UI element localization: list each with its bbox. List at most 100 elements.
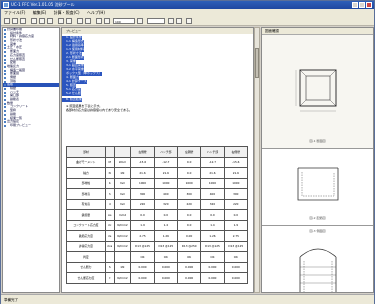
table-cell: -15.6 [130, 156, 155, 168]
table-cell [113, 251, 132, 263]
minimize-button[interactable] [352, 2, 358, 8]
tree-item[interactable]: 印刷プレビュー [3, 123, 59, 128]
table-cell: 2.75 [223, 230, 249, 242]
menu-bar: ファイル(F) 編集(E) 計算・照査(C) ヘルプ(H) [1, 9, 374, 16]
menu-help[interactable]: ヘルプ(H) [87, 10, 105, 15]
table-cell: 0.0 [130, 209, 155, 221]
next-page-icon[interactable] [137, 18, 143, 24]
table-cell: せん断応力度 [66, 272, 106, 284]
table-cell: 0.000 [130, 261, 155, 273]
table-cell: mm [113, 188, 132, 200]
table-header-cell: 左側壁 [130, 146, 155, 158]
table-cell: OK [223, 251, 249, 263]
table-row: せん断応力度 τ N/mm2 0.000 0.000 0.000 0.000 0.000 [66, 272, 249, 284]
table-row: 鉄筋量 As mm2 0.0 0.0 0.0 0.0 0.0 [66, 209, 249, 221]
first-page-icon[interactable] [96, 18, 102, 24]
table-cell: 320 [153, 198, 178, 210]
document-lines: 1. 設計条件 1-1 構造形式 1-2 適用基準 1-3 使用材料 2. 形状寸法 2-… [62, 34, 253, 96]
scrollbar-thumb[interactable] [255, 48, 259, 78]
table-cell: 1.4 [200, 219, 225, 231]
table-cell: 1000 [176, 177, 202, 189]
menu-edit[interactable]: 編集(E) [33, 10, 47, 15]
table-row: 部材幅 b mm 1000 1000 1000 1000 1000 [66, 177, 249, 189]
table-cell: 部材幅 [66, 177, 106, 189]
table-cell: 1000 [200, 177, 225, 189]
table-cell: -15.6 [223, 156, 249, 168]
table-cell: mm2 [113, 209, 132, 221]
figure-panel-3[interactable]: 図-3 側面図 [262, 227, 373, 292]
menu-calc[interactable]: 計算・照査(C) [54, 10, 80, 15]
table-cell: kN.m [113, 156, 132, 168]
table-cell: OK [176, 251, 202, 263]
table-cell: D13 @125 [223, 240, 249, 252]
status-text: 準備完了 [4, 298, 18, 302]
check-icon[interactable] [66, 18, 72, 24]
table-cell: -12.7 [153, 156, 178, 168]
maximize-button[interactable] [359, 2, 365, 8]
table-cell: σs [104, 230, 115, 242]
table-header-cell: ハンチ部 [153, 146, 178, 158]
table-cell: 部材高 [66, 188, 106, 200]
table-cell: N/mm2 [113, 240, 132, 252]
table-cell: 0.000 [153, 272, 178, 284]
table-cell: 軸力 [66, 167, 106, 179]
table-cell: 曲げモーメント [66, 156, 106, 168]
table-cell: 220 [176, 198, 202, 210]
figure-panel-2[interactable]: 図-2 配筋図 [262, 150, 373, 226]
table-cell: S [104, 261, 115, 273]
menu-file[interactable]: ファイル(F) [4, 10, 25, 15]
table-cell: 0.000 [176, 272, 202, 284]
table-cell: kN [113, 167, 132, 179]
table-cell: As [104, 209, 115, 221]
open-folder-icon[interactable] [12, 18, 18, 24]
calc-icon[interactable] [58, 18, 64, 24]
note-line: 6. 照査結果 [62, 97, 82, 102]
table-row: コンクリート応力度 σc N/mm2 1.9 1.4 0.0 1.4 1.9 [66, 219, 249, 231]
table-cell: OK [153, 251, 178, 263]
table-header-cell: 部材 [66, 146, 106, 158]
table-cell: 判定 [66, 251, 106, 263]
zoom-select[interactable]: 100 [113, 18, 135, 24]
table-cell: OK [200, 251, 225, 263]
print-icon[interactable] [77, 18, 83, 24]
table-cell: 320 [200, 198, 225, 210]
figure-panel-1[interactable]: 図-1 断面図 [262, 35, 373, 149]
status-bar: 準備完了 [1, 294, 374, 304]
results-table: 部材 左側壁 ハンチ部 左隔壁 ハンチ部 右側壁 曲げモーメント MkN.m -15.6 -12.… [66, 146, 249, 284]
table-cell: 0.0 [153, 209, 178, 221]
table-cell: b [104, 177, 115, 189]
grid-icon[interactable] [186, 18, 192, 24]
zoom-in-icon[interactable] [168, 18, 174, 24]
table-cell: N/mm2 [113, 219, 132, 231]
table-cell: 21.6 [153, 167, 178, 179]
table-cell: 0.0 [176, 219, 202, 231]
paste-icon[interactable] [47, 18, 53, 24]
new-file-icon[interactable] [4, 18, 10, 24]
table-cell: mm [113, 198, 132, 210]
table-cell: 鉄筋応力度 [66, 230, 106, 242]
table-cell: d [104, 198, 115, 210]
table-cell [104, 251, 115, 263]
prev-page-icon[interactable] [104, 18, 110, 24]
close-button[interactable] [366, 2, 372, 8]
figure-preview-header: 図面確認 [262, 28, 373, 35]
table-cell: N [104, 167, 115, 179]
cut-icon[interactable] [31, 18, 37, 24]
table-cell: 0.0 [176, 156, 202, 168]
document-preview: プレビュー 1. 設計条件 1-1 構造形式 1-2 適用基準 1-3 使用材料 2. … [61, 27, 254, 293]
save-icon[interactable] [20, 18, 26, 24]
table-cell: 1.26 [200, 230, 225, 242]
table-cell: 0.000 [223, 272, 249, 284]
copy-icon[interactable] [39, 18, 45, 24]
table-cell: 0.0 [200, 209, 225, 221]
table-cell: 300 [130, 188, 155, 200]
page-select[interactable] [147, 18, 165, 24]
table-cell: mm [113, 177, 132, 189]
preview-icon[interactable] [85, 18, 91, 24]
zoom-out-icon[interactable] [176, 18, 182, 24]
table-header-cell: 右側壁 [223, 146, 249, 158]
table-cell: 1.4 [153, 219, 178, 231]
document-scrollbar[interactable] [254, 27, 260, 293]
table-cell: 2.75 [130, 230, 155, 242]
table-cell: 0.000 [130, 272, 155, 284]
